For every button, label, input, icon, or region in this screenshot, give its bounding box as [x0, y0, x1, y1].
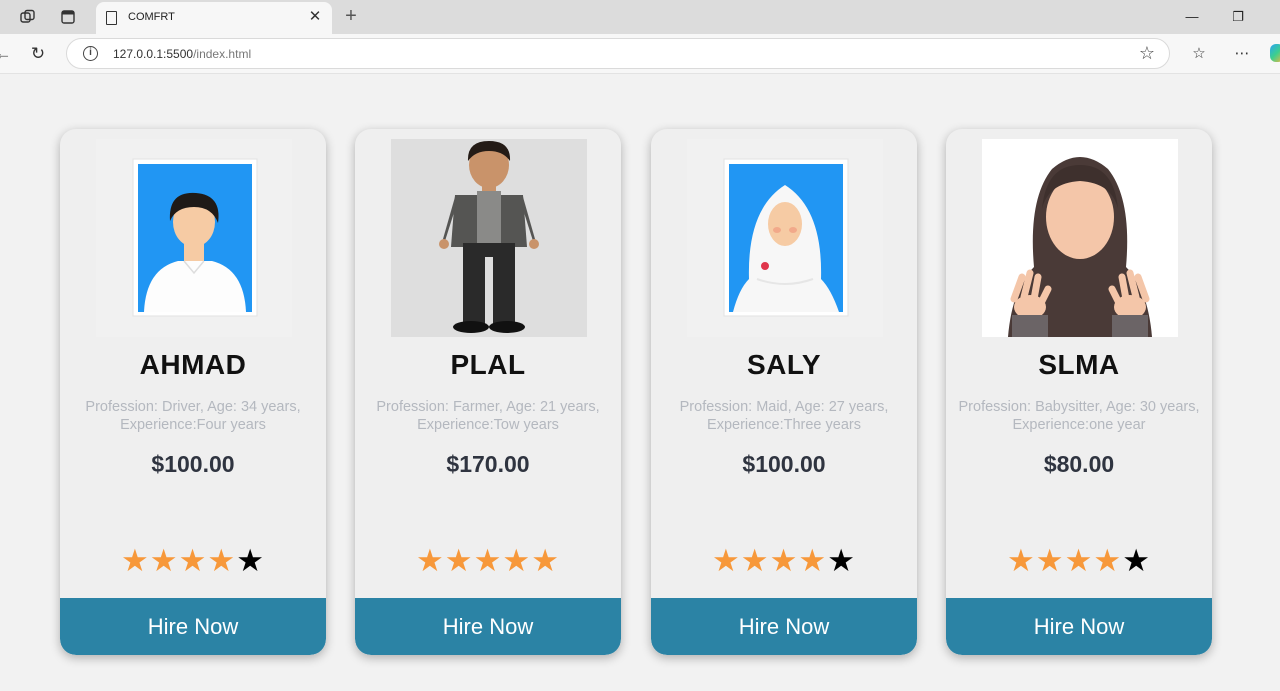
worker-name: SLMA	[1038, 349, 1120, 380]
star-icon: ★	[207, 543, 237, 578]
worker-price: $100.00	[742, 451, 826, 477]
rating-stars: ★★★★★	[946, 543, 1212, 579]
description-line-1: Profession: Farmer, Age: 21 years,	[376, 399, 600, 415]
new-tab-icon[interactable]: +	[340, 4, 362, 28]
url-text: 127.0.0.1:5500/index.html	[113, 47, 251, 61]
worker-name: PLAL	[450, 349, 526, 380]
star-icon: ★	[121, 543, 150, 578]
star-icon: ★	[1035, 543, 1065, 578]
worker-price: $80.00	[1043, 451, 1115, 477]
worker-photo	[982, 139, 1178, 337]
star-icon: ★	[712, 543, 741, 578]
star-icon: ★	[502, 543, 532, 578]
back-icon[interactable]: ←	[0, 43, 14, 65]
worker-photo	[391, 139, 587, 337]
hire-now-button[interactable]: Hire Now	[60, 598, 326, 655]
description-line-2: Experience:Four years	[120, 417, 266, 433]
restore-icon[interactable]: ❐	[1226, 6, 1250, 28]
star-icon: ★	[473, 543, 503, 578]
worker-price: $170.00	[446, 451, 530, 477]
star-icon: ★	[1007, 543, 1036, 578]
star-icon: ★	[531, 543, 560, 578]
rating-stars: ★★★★★	[651, 543, 917, 579]
star-icon: ★	[416, 543, 445, 578]
description-line-2: Experience:one year	[1012, 417, 1146, 433]
hire-now-button[interactable]: Hire Now	[355, 598, 621, 655]
info-icon[interactable]: i	[83, 46, 98, 61]
worker-description: Profession: Farmer, Age: 21 years, Exper…	[365, 398, 611, 434]
favorite-star-icon[interactable]: ☆	[1139, 43, 1155, 64]
worker-photo	[96, 139, 292, 337]
workspaces-icon[interactable]	[18, 7, 38, 27]
worker-description: Profession: Babysitter, Age: 30 years, E…	[956, 398, 1202, 434]
worker-description: Profession: Driver, Age: 34 years, Exper…	[70, 398, 316, 434]
worker-card-saly: SALY Profession: Maid, Age: 27 years, Ex…	[651, 129, 917, 655]
browser-tab-bar: COMFRT ✕ + — ❐	[0, 0, 1280, 34]
worker-name: AHMAD	[139, 349, 247, 380]
description-line-1: Profession: Babysitter, Age: 30 years,	[958, 399, 1200, 415]
refresh-icon[interactable]: ↻	[27, 43, 49, 65]
favorites-icon[interactable]: ☆	[1188, 43, 1210, 65]
tab-actions-icon[interactable]	[58, 7, 78, 27]
minimize-icon[interactable]: —	[1180, 6, 1204, 28]
description-line-2: Experience:Tow years	[417, 417, 559, 433]
worker-card-slma: SLMA Profession: Babysitter, Age: 30 yea…	[946, 129, 1212, 655]
rating-stars: ★★★★★	[60, 543, 326, 579]
worker-card-plal: PLAL Profession: Farmer, Age: 21 years, …	[355, 129, 621, 655]
url-path: /index.html	[193, 47, 252, 61]
star-icon: ★	[1064, 543, 1094, 578]
worker-card-ahmad: AHMAD Profession: Driver, Age: 34 years,…	[60, 129, 326, 655]
address-bar: ← ↻ i 127.0.0.1:5500/index.html ☆	[0, 34, 1280, 74]
star-icon: ★	[827, 543, 856, 578]
page-icon	[106, 11, 117, 25]
description-line-1: Profession: Maid, Age: 27 years,	[679, 399, 889, 415]
tab-title: COMFRT	[128, 11, 175, 23]
url-field[interactable]: i 127.0.0.1:5500/index.html ☆	[66, 38, 1170, 69]
star-icon: ★	[444, 543, 474, 578]
worker-price: $100.00	[151, 451, 235, 477]
worker-photo	[687, 139, 883, 337]
star-icon: ★	[740, 543, 770, 578]
worker-description: Profession: Maid, Age: 27 years, Experie…	[661, 398, 907, 434]
hire-now-button[interactable]: Hire Now	[651, 598, 917, 655]
rating-stars: ★★★★★	[355, 543, 621, 579]
star-icon: ★	[1093, 543, 1123, 578]
description-line-2: Experience:Three years	[707, 417, 861, 433]
active-tab[interactable]: COMFRT ✕	[96, 2, 332, 34]
close-tab-icon[interactable]: ✕	[306, 8, 324, 26]
more-icon[interactable]: ⋯	[1231, 43, 1253, 65]
copilot-icon[interactable]	[1270, 44, 1280, 62]
url-host: 127.0.0.1:5500	[113, 47, 194, 61]
star-icon: ★	[149, 543, 179, 578]
hire-now-button[interactable]: Hire Now	[946, 598, 1212, 655]
star-icon: ★	[798, 543, 828, 578]
star-icon: ★	[1122, 543, 1151, 578]
star-icon: ★	[236, 543, 265, 578]
worker-name: SALY	[746, 349, 822, 380]
star-icon: ★	[769, 543, 799, 578]
description-line-1: Profession: Driver, Age: 34 years,	[85, 399, 301, 415]
star-icon: ★	[178, 543, 208, 578]
